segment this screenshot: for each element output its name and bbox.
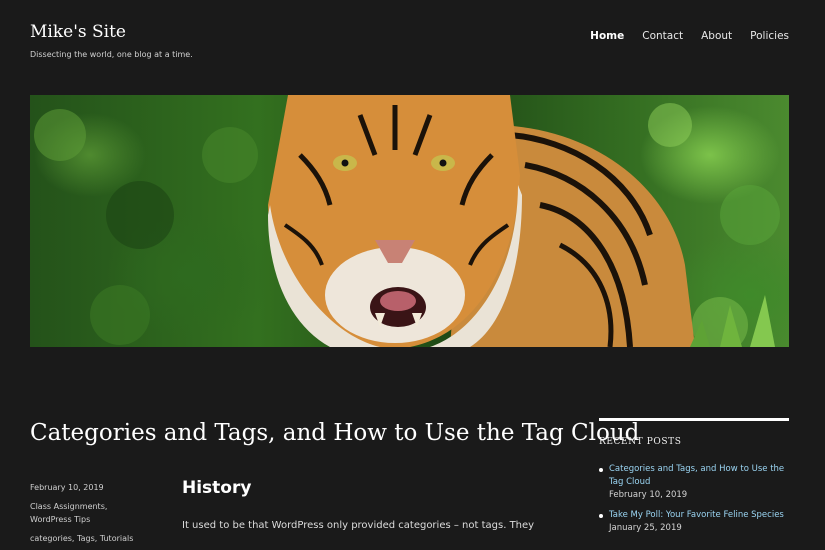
- main-nav: Home Contact About Policies: [590, 30, 789, 42]
- recent-posts-title: RECENT POSTS: [599, 437, 682, 447]
- post-paragraph: It used to be that WordPress only provid…: [182, 520, 535, 531]
- widget-divider: [599, 418, 789, 421]
- nav-item-about[interactable]: About: [701, 30, 732, 42]
- list-item: Take My Poll: Your Favorite Feline Speci…: [599, 509, 789, 535]
- section-heading: History: [182, 478, 252, 498]
- recent-post-link[interactable]: Take My Poll: Your Favorite Feline Speci…: [609, 509, 789, 522]
- recent-post-date: February 10, 2019: [609, 490, 688, 500]
- post-tags[interactable]: categories, Tags, Tutorials: [30, 532, 150, 545]
- page: Mike's Site Dissecting the world, one bl…: [0, 0, 825, 550]
- post-meta: February 10, 2019 Class Assignments, Wor…: [30, 481, 150, 545]
- post-category-link[interactable]: WordPress Tips: [30, 513, 150, 526]
- site-tagline: Dissecting the world, one blog at a time…: [30, 50, 193, 59]
- nav-item-home[interactable]: Home: [590, 30, 624, 42]
- list-item: Categories and Tags, and How to Use the …: [599, 463, 789, 502]
- nav-item-contact[interactable]: Contact: [642, 30, 683, 42]
- post-content: History It used to be that WordPress onl…: [182, 478, 552, 533]
- tiger-image: [34, 95, 780, 347]
- recent-post-link[interactable]: Categories and Tags, and How to Use the …: [609, 463, 789, 489]
- post-title[interactable]: Categories and Tags, and How to Use the …: [30, 420, 639, 446]
- recent-posts-list: Categories and Tags, and How to Use the …: [599, 463, 789, 535]
- post-category-link[interactable]: Class Assignments,: [30, 500, 150, 513]
- recent-post-date: January 25, 2019: [609, 523, 682, 533]
- site-title-link[interactable]: Mike's Site: [30, 22, 126, 42]
- nav-item-policies[interactable]: Policies: [750, 30, 789, 42]
- post-date[interactable]: February 10, 2019: [30, 481, 150, 494]
- sidebar: RECENT POSTS Categories and Tags, and Ho…: [599, 418, 789, 542]
- header-image: [30, 95, 789, 347]
